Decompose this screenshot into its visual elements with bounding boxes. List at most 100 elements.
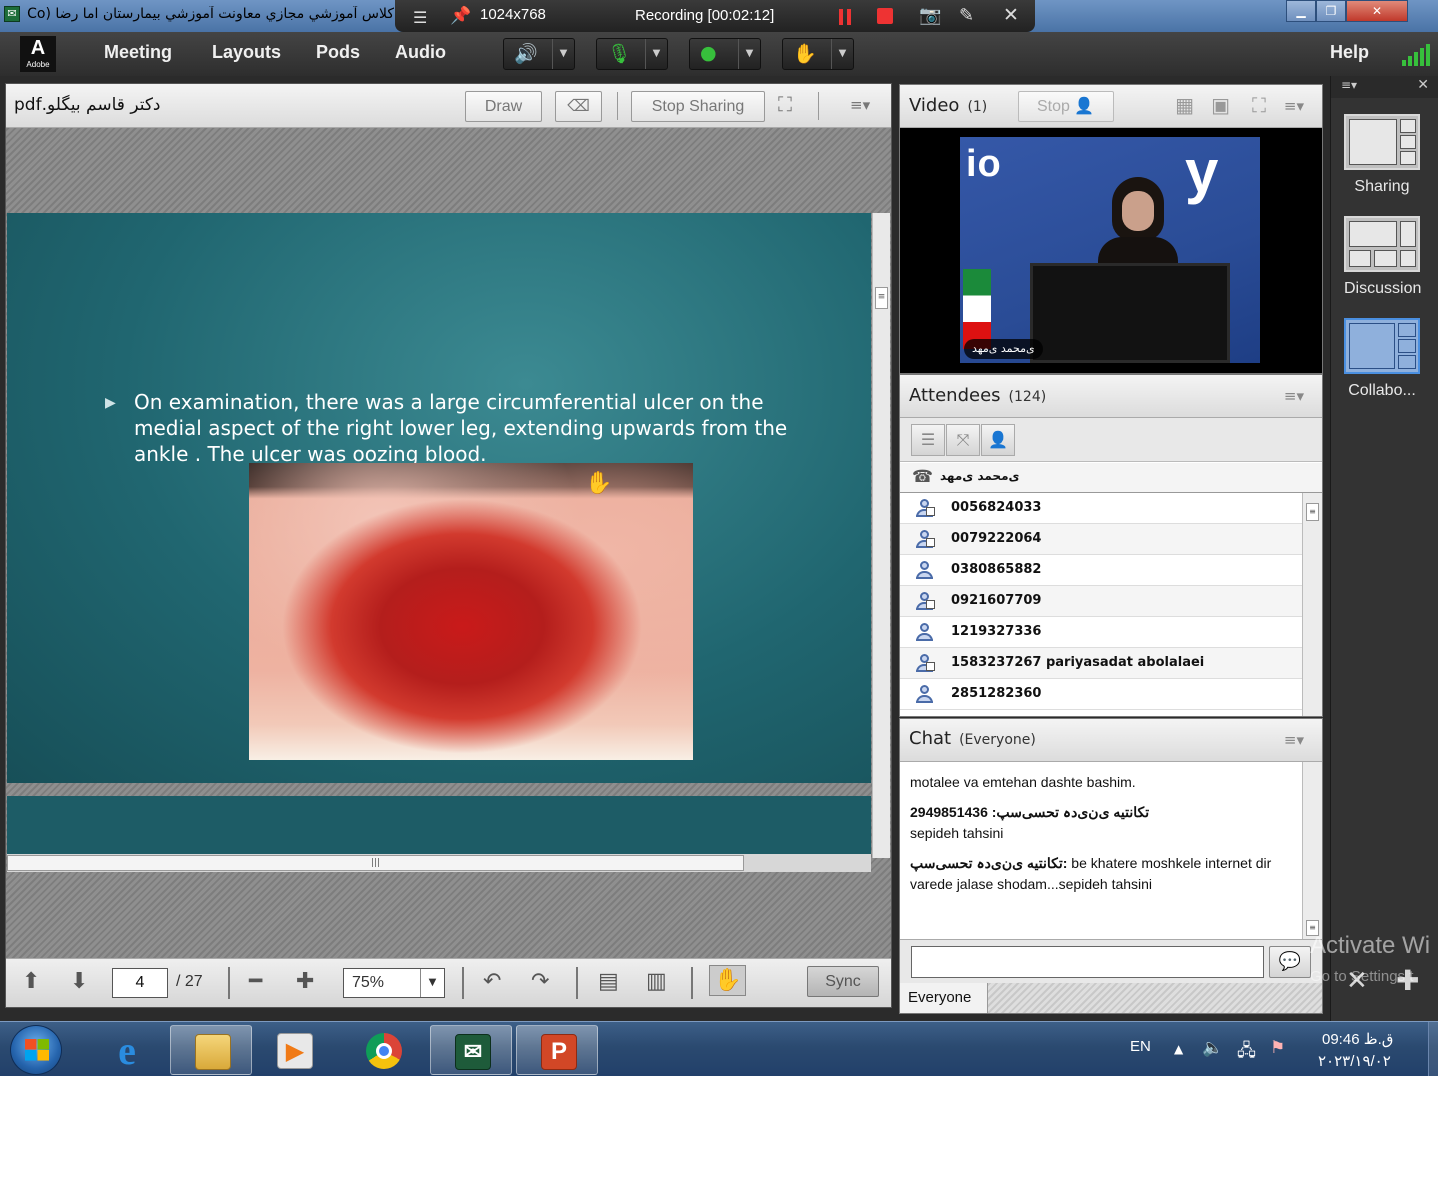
minimize-button[interactable]: ▁ — [1286, 0, 1316, 22]
status-dropdown[interactable]: ▼ — [831, 39, 853, 69]
menu-help[interactable]: Help — [1330, 42, 1369, 63]
pause-recording-icon[interactable] — [839, 9, 851, 25]
toolbar-divider — [691, 967, 693, 999]
menu-pods[interactable]: Pods — [316, 42, 360, 63]
menu-audio[interactable]: Audio — [395, 42, 446, 63]
single-page-icon[interactable]: ▤ — [598, 969, 619, 994]
chat-input[interactable] — [911, 946, 1264, 978]
menu-layouts[interactable]: Layouts — [212, 42, 281, 63]
send-message-button[interactable]: 💬 — [1269, 946, 1311, 978]
attendee-row[interactable]: 0056824033 — [900, 493, 1302, 524]
fullscreen-icon[interactable]: ⛶ — [778, 92, 792, 116]
speaker-button[interactable]: 🔊 ▼ — [503, 38, 575, 70]
action-center-icon[interactable]: ⚑ — [1270, 1038, 1285, 1058]
show-hidden-icons[interactable]: ▲ — [1174, 1042, 1183, 1056]
stop-recording-icon[interactable] — [877, 8, 893, 24]
scroll-thumb[interactable]: ≡ — [1306, 503, 1319, 521]
attendee-row[interactable]: 0079222064 — [900, 524, 1302, 555]
volume-icon[interactable]: 🔈 — [1202, 1038, 1223, 1058]
stop-sharing-button[interactable]: Stop Sharing — [631, 91, 765, 122]
language-indicator[interactable]: EN — [1130, 1038, 1151, 1055]
layout-collaboration[interactable]: Collabo... — [1344, 318, 1420, 400]
close-panel-icon[interactable]: ✕ — [1417, 77, 1429, 93]
chat-scrollbar[interactable]: ≡ — [1302, 762, 1322, 939]
activate-windows-watermark: Activate Wi — [1310, 932, 1431, 959]
attendee-row[interactable]: 1219327336 — [900, 617, 1302, 648]
sync-button[interactable]: Sync — [807, 966, 879, 997]
chat-recipient-tab[interactable]: Everyone — [900, 983, 988, 1013]
panel-menu-icon[interactable]: ≡▾ — [1341, 78, 1357, 92]
horizontal-scrollbar[interactable]: ||| — [7, 854, 871, 872]
pin-icon[interactable]: 📌 — [450, 6, 471, 26]
attendee-scrollbar[interactable]: ≡ — [1302, 493, 1322, 716]
webcam-button[interactable]: ● ▼ — [689, 38, 761, 70]
menu-icon[interactable]: ☰ — [413, 8, 427, 27]
taskbar-file-explorer[interactable] — [170, 1025, 252, 1075]
attendee-row[interactable]: 0921607709 — [900, 586, 1302, 617]
network-icon[interactable]: 🖧 — [1237, 1038, 1256, 1067]
adobe-logo: A Adobe — [20, 36, 56, 72]
scroll-thumb[interactable]: ≡ — [875, 287, 888, 309]
start-button[interactable] — [10, 1025, 62, 1075]
taskbar-internet-explorer[interactable]: e — [85, 1025, 167, 1075]
add-overlay-icon[interactable]: ✚ — [1396, 964, 1419, 997]
close-recorder-icon[interactable]: ✕ — [1003, 4, 1019, 26]
taskbar-chrome[interactable] — [342, 1025, 424, 1075]
vertical-scrollbar[interactable]: ≡ — [872, 213, 890, 858]
attendee-row[interactable]: 0380865882 — [900, 555, 1302, 586]
attendee-row[interactable]: 1583237267 pariyasadat abolalaei — [900, 648, 1302, 679]
chat-message-sender: تکانتیه ی‌ن‌ی‌دہ تحسی‌سپ: — [910, 855, 1068, 871]
list-view-icon[interactable]: ☰ — [911, 424, 945, 456]
taskbar-powerpoint[interactable]: P — [516, 1025, 598, 1075]
share-content-area: ▶ On examination, there was a large circ… — [6, 128, 891, 958]
layout-sharing[interactable]: Sharing — [1344, 114, 1420, 196]
presenter-row[interactable]: ☎ ی‌محمد ی‌مهد — [900, 463, 1322, 493]
clock-date[interactable]: ۲۰۲۳/۱۹/۰۲ — [1318, 1052, 1391, 1070]
pod-menu-icon[interactable]: ≡▾ — [1284, 387, 1304, 405]
pod-menu-icon[interactable]: ≡▾ — [1284, 731, 1304, 749]
page-number-input[interactable]: 4 — [112, 968, 168, 998]
clock-time[interactable]: 09:46 ق.ظ — [1322, 1030, 1393, 1048]
two-page-icon[interactable]: ▥ — [646, 969, 667, 994]
zoom-select[interactable]: 75% ▼ — [343, 968, 445, 998]
grid-view-icon[interactable]: ▦ — [1175, 93, 1194, 117]
maximize-button[interactable]: ❐ — [1316, 0, 1346, 22]
show-desktop-button[interactable] — [1428, 1022, 1438, 1076]
taskbar-media-player[interactable]: ▶ — [253, 1025, 335, 1075]
close-overlay-icon[interactable]: ✕ — [1346, 966, 1368, 996]
stop-video-button[interactable]: Stop 👤 — [1018, 91, 1114, 122]
next-page-icon[interactable]: ⬇ — [70, 969, 88, 994]
pod-menu-icon[interactable]: ≡▾ — [850, 96, 870, 114]
screenshot-camera-icon[interactable]: 📷 — [919, 5, 941, 26]
fullscreen-icon[interactable]: ⛶ — [1252, 93, 1266, 117]
scroll-thumb[interactable]: ||| — [7, 855, 744, 871]
taskbar-adobe-connect[interactable]: ✉ — [430, 1025, 512, 1075]
raise-hand-button[interactable]: ✋ ▼ — [782, 38, 854, 70]
previous-page-icon[interactable]: ⬆ — [22, 969, 40, 994]
draw-button[interactable]: Draw — [465, 91, 542, 122]
rotate-right-icon[interactable]: ↷ — [531, 969, 549, 994]
zoom-in-icon[interactable]: ✚ — [296, 969, 314, 994]
pen-icon[interactable]: ✎ — [959, 5, 974, 26]
layout-discussion[interactable]: Discussion — [1344, 216, 1421, 298]
rotate-left-icon[interactable]: ↶ — [483, 969, 501, 994]
recording-resolution[interactable]: 1024x768 — [480, 6, 546, 23]
attendee-row[interactable]: 2851282360 — [900, 679, 1302, 710]
attendee-icon — [914, 560, 934, 580]
menu-meeting[interactable]: Meeting — [104, 42, 172, 63]
user-details-icon[interactable]: 👤 — [981, 424, 1015, 456]
breakout-icon[interactable]: ⤧ — [946, 424, 980, 456]
attendee-camera-icon — [914, 591, 935, 611]
filmstrip-view-icon[interactable]: ▣ — [1211, 93, 1230, 117]
microphone-dropdown[interactable]: ▼ — [645, 39, 667, 69]
zoom-dropdown-icon[interactable]: ▼ — [420, 969, 444, 997]
microphone-button[interactable]: 🎙 ▼ — [596, 38, 668, 70]
zoom-out-icon[interactable]: ━ — [249, 969, 262, 994]
pod-menu-icon[interactable]: ≡▾ — [1284, 97, 1304, 115]
speaker-dropdown[interactable]: ▼ — [552, 39, 574, 69]
pan-hand-icon[interactable]: ✋ — [709, 965, 747, 996]
webcam-dropdown[interactable]: ▼ — [738, 39, 760, 69]
close-window-button[interactable]: ✕ — [1346, 0, 1408, 22]
eraser-button[interactable]: ⌫ — [555, 91, 602, 122]
backdrop-logo-letter: y — [1185, 138, 1219, 205]
